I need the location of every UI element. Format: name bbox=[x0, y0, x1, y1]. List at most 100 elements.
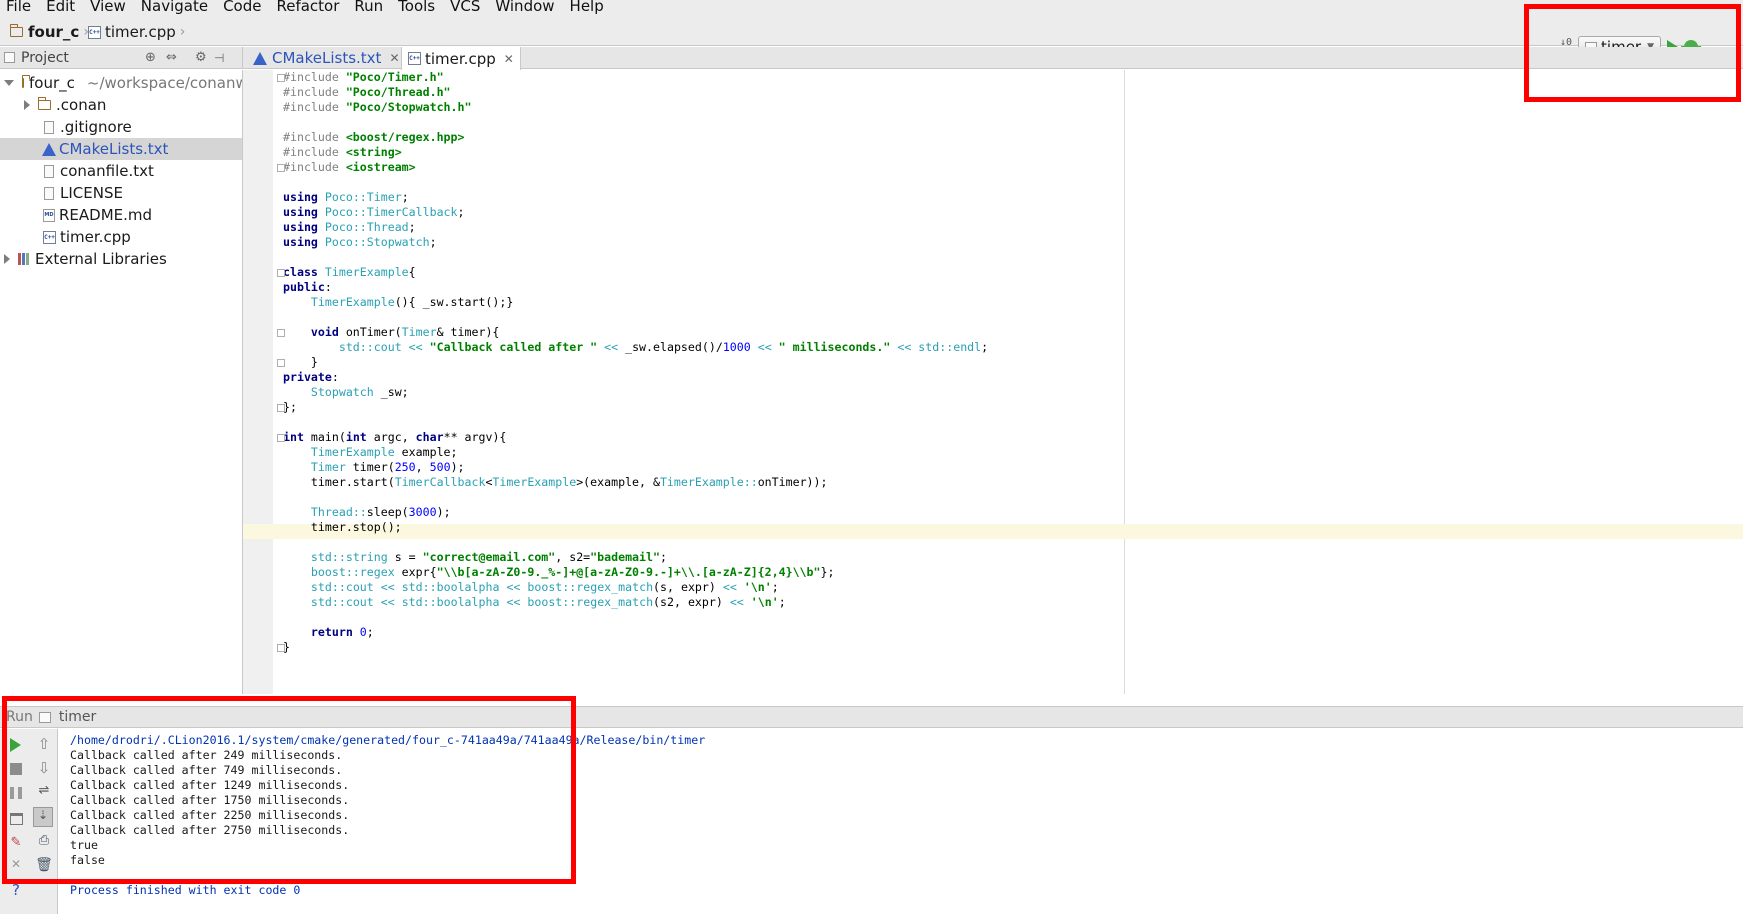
code-line: TimerExample example; bbox=[310, 445, 458, 459]
project-tree: four_c ~/workspace/conanw .conan .gitign… bbox=[0, 70, 243, 694]
menu-vcs[interactable]: VCS bbox=[450, 0, 480, 14]
gear-icon[interactable]: ⚙ bbox=[195, 50, 207, 65]
code-line: class TimerExample{ bbox=[283, 265, 416, 279]
code-line: Thread::sleep(3000); bbox=[310, 505, 451, 519]
highlight-box-toolbar bbox=[1524, 4, 1741, 102]
close-icon[interactable]: ✕ bbox=[389, 51, 399, 65]
code-line: timer.start(TimerCallback<TimerExample>(… bbox=[283, 475, 828, 489]
tree-item-label: CMakeLists.txt bbox=[59, 140, 169, 158]
tab-timer-cpp[interactable]: C++ timer.cpp ✕ bbox=[401, 47, 521, 70]
project-panel-title[interactable]: Project bbox=[21, 50, 69, 66]
breadcrumb-file[interactable]: C++ timer.cpp › bbox=[88, 22, 189, 42]
expanded-icon[interactable] bbox=[4, 80, 14, 86]
code-line: #include <boost/regex.hpp> bbox=[283, 130, 465, 144]
fold-marker-icon[interactable] bbox=[277, 164, 285, 172]
code-line: #include <iostream> bbox=[283, 160, 416, 174]
tree-root-path: ~/workspace/conanw bbox=[86, 74, 242, 92]
folder-icon bbox=[37, 97, 51, 110]
tree-item-conanfile[interactable]: conanfile.txt bbox=[0, 160, 242, 182]
code-line: void onTimer(Timer& timer){ bbox=[310, 325, 500, 339]
code-line: using Poco::Stopwatch; bbox=[283, 235, 437, 249]
tree-item-conan[interactable]: .conan bbox=[0, 94, 242, 116]
hide-panel-icon[interactable]: ⊣ bbox=[214, 51, 224, 65]
tab-label: timer.cpp bbox=[425, 49, 496, 68]
highlight-box-console bbox=[2, 696, 576, 884]
code-line: using Poco::Timer; bbox=[283, 190, 409, 204]
text-file-icon bbox=[44, 186, 54, 200]
code-line: timer.stop(); bbox=[283, 520, 402, 534]
code-line: std::cout << std::boolalpha << boost::re… bbox=[310, 595, 786, 609]
fold-marker-icon[interactable] bbox=[277, 329, 285, 337]
tree-item-gitignore[interactable]: .gitignore bbox=[0, 116, 242, 138]
tree-item-label: timer.cpp bbox=[60, 228, 131, 246]
collapsed-icon[interactable] bbox=[4, 254, 10, 264]
tree-item-readme[interactable]: MD README.md bbox=[0, 204, 242, 226]
code-line: #include <string> bbox=[283, 145, 402, 159]
code-editor[interactable]: #include "Poco/Timer.h" #include "Poco/Th… bbox=[243, 70, 1743, 694]
menu-view[interactable]: View bbox=[90, 0, 126, 14]
menu-run[interactable]: Run bbox=[354, 0, 383, 14]
folder-icon bbox=[21, 75, 30, 88]
cpp-file-icon: C++ bbox=[408, 52, 421, 65]
help-icon[interactable]: ? bbox=[6, 881, 26, 901]
fold-marker-icon[interactable] bbox=[277, 434, 285, 442]
fold-marker-icon[interactable] bbox=[277, 74, 285, 82]
code-line: int main(int argc, char** argv){ bbox=[283, 430, 507, 444]
code-line: }; bbox=[283, 400, 297, 414]
project-panel-header: Project ⊕ ⇔ ⚙ ⊣ bbox=[0, 47, 243, 69]
console-exit-status: Process finished with exit code 0 bbox=[70, 883, 301, 897]
fold-marker-icon[interactable] bbox=[277, 269, 285, 277]
current-line-highlight bbox=[243, 524, 1743, 539]
code-line: std::cout << std::boolalpha << boost::re… bbox=[310, 580, 779, 594]
tree-item-external-libraries[interactable]: External Libraries bbox=[0, 248, 242, 270]
chevron-right-icon: › bbox=[179, 24, 186, 40]
text-file-icon bbox=[44, 120, 54, 134]
library-icon bbox=[18, 253, 31, 265]
menu-file[interactable]: File bbox=[6, 0, 31, 14]
code-line: using Poco::TimerCallback; bbox=[283, 205, 465, 219]
tree-item-cmakelists[interactable]: CMakeLists.txt bbox=[0, 138, 242, 160]
tree-item-label: External Libraries bbox=[35, 250, 167, 268]
cpp-file-icon: C++ bbox=[43, 230, 56, 244]
editor-gutter[interactable] bbox=[243, 70, 273, 694]
fold-marker-icon[interactable] bbox=[277, 359, 285, 367]
navigation-bar: four_c › C++ timer.cpp › ↓0 1 timer ▼ ⌄ bbox=[0, 16, 1743, 58]
menu-navigate[interactable]: Navigate bbox=[141, 0, 208, 14]
fold-marker-icon[interactable] bbox=[277, 644, 285, 652]
tree-root[interactable]: four_c ~/workspace/conanw bbox=[0, 72, 242, 94]
right-margin-guide bbox=[1124, 70, 1125, 694]
code-line: public: bbox=[283, 280, 332, 294]
menu-window[interactable]: Window bbox=[495, 0, 554, 14]
code-line: boost::regex expr{"\\b[a-zA-Z0-9._%-]+@[… bbox=[310, 565, 835, 579]
tree-root-label: four_c bbox=[29, 74, 75, 92]
code-line: private: bbox=[283, 370, 339, 384]
breadcrumb-project-label: four_c bbox=[28, 23, 80, 41]
code-line: } bbox=[283, 355, 318, 369]
menu-edit[interactable]: Edit bbox=[46, 0, 75, 14]
tree-item-timer-cpp[interactable]: C++ timer.cpp bbox=[0, 226, 242, 248]
collapsed-icon[interactable] bbox=[24, 100, 30, 110]
close-icon[interactable]: ✕ bbox=[504, 52, 514, 66]
collapse-icon[interactable]: ⇔ bbox=[166, 50, 177, 65]
tree-item-license[interactable]: LICENSE bbox=[0, 182, 242, 204]
code-line: Timer timer(250, 500); bbox=[310, 460, 465, 474]
cpp-file-icon: C++ bbox=[88, 25, 101, 39]
code-line: Stopwatch _sw; bbox=[310, 385, 409, 399]
sync-icon[interactable]: ⊕ bbox=[145, 50, 156, 65]
breadcrumb-project[interactable]: four_c › bbox=[9, 22, 93, 42]
code-line: #include "Poco/Thread.h" bbox=[283, 85, 451, 99]
cmake-icon bbox=[253, 51, 267, 65]
menu-refactor[interactable]: Refactor bbox=[276, 0, 339, 14]
tab-cmakelists[interactable]: CMakeLists.txt ✕ bbox=[247, 47, 406, 69]
code-line: #include "Poco/Stopwatch.h" bbox=[283, 100, 472, 114]
code-line: TimerExample(){ _sw.start();} bbox=[310, 295, 514, 309]
menu-tools[interactable]: Tools bbox=[398, 0, 435, 14]
menu-help[interactable]: Help bbox=[570, 0, 604, 14]
text-file-icon bbox=[44, 164, 54, 178]
fold-marker-icon[interactable] bbox=[277, 404, 285, 412]
markdown-file-icon: MD bbox=[43, 208, 55, 222]
menu-code[interactable]: Code bbox=[223, 0, 261, 14]
editor-tab-bar: CMakeLists.txt ✕ C++ timer.cpp ✕ bbox=[243, 47, 1743, 70]
code-line: using Poco::Thread; bbox=[283, 220, 416, 234]
cmake-icon bbox=[42, 142, 56, 156]
